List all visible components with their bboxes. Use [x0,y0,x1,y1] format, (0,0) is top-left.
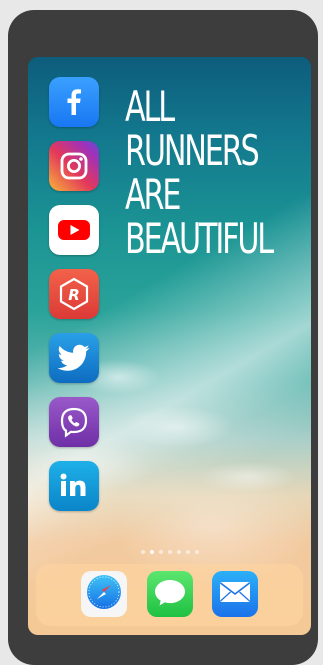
twitter-icon [58,344,90,372]
page-dot [140,550,145,554]
instagram-icon [57,149,91,183]
headline-line: RUNNERS [125,126,260,175]
linkedin-icon [57,471,91,501]
runtastic-icon: R [56,276,92,312]
viber-icon [57,405,91,439]
instagram-app[interactable] [49,141,99,191]
safari-app[interactable] [81,571,127,617]
mail-icon [218,579,252,609]
headline-line: ARE [125,170,181,219]
page-dot [194,550,199,554]
facebook-app[interactable] [49,77,99,127]
page-dot [167,550,172,554]
page-dot [158,550,163,554]
headline-line: BEAUTIFUL [125,214,274,263]
page-dot [185,550,190,554]
page-indicator[interactable] [28,550,311,554]
viber-app[interactable] [49,397,99,447]
messages-icon [152,576,188,612]
dock [36,564,303,626]
youtube-app[interactable] [49,205,99,255]
runtastic-app[interactable]: R [49,269,99,319]
phone-frame: R ALL RUNNERS ARE BEAUTIFUL [8,10,318,665]
safari-icon [84,572,124,616]
twitter-app[interactable] [49,333,99,383]
svg-text:R: R [68,286,80,304]
linkedin-app[interactable] [49,461,99,511]
mail-app[interactable] [212,571,258,617]
headline-line: ALL [125,82,175,131]
youtube-icon [56,217,92,243]
page-dot-current [149,550,154,554]
facebook-icon [59,87,89,117]
headline: ALL RUNNERS ARE BEAUTIFUL [125,82,274,263]
messages-app[interactable] [147,571,193,617]
page-dot [176,550,181,554]
home-screen: R ALL RUNNERS ARE BEAUTIFUL [28,57,311,635]
